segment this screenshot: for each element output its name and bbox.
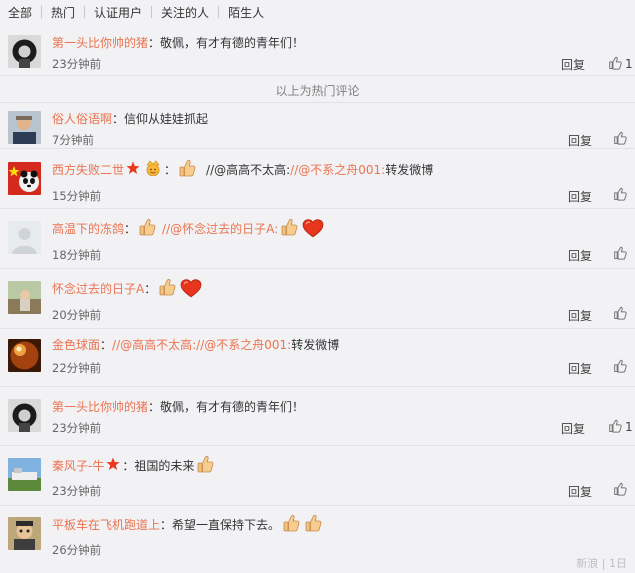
comment-row: 平板车在飞机跑道上 ：希望一直保持下去。 26分钟前 — [0, 506, 635, 566]
comment-time: 15分钟前 — [52, 189, 102, 203]
thumbs-up-emoji-icon — [139, 218, 156, 236]
comment-separator: ： — [124, 221, 137, 236]
comment-row: 第一头比你帅的猪 ：敬佩，有才有德的青年们！ 23分钟前 回复 1 — [0, 24, 635, 76]
avatar[interactable] — [8, 339, 41, 372]
comment-text: ：敬佩，有才有德的青年们！ — [148, 400, 305, 414]
reply-button[interactable]: 回复 — [561, 420, 585, 437]
comment-text: 转发微博 — [385, 162, 434, 177]
comment-row: 金色球面 ： //@高高不太高: //@不系之舟001: 转发微博 22分钟前 … — [0, 329, 635, 387]
repost-chain-1[interactable]: //@怀念过去的日子A: — [162, 220, 278, 237]
comment-separator: ： — [100, 338, 113, 352]
comment-author[interactable]: 金色球面 — [52, 336, 100, 353]
comment-author[interactable]: 平板车在飞机跑道上 — [52, 516, 160, 533]
reply-button[interactable]: 回复 — [568, 307, 592, 324]
avatar[interactable] — [8, 35, 41, 68]
avatar[interactable] — [8, 162, 41, 195]
like-button[interactable] — [613, 130, 628, 147]
watermark: 新浪 | 1日 — [576, 557, 627, 570]
like-count: 1 — [625, 56, 633, 71]
avatar[interactable] — [8, 221, 41, 254]
comment-row: 俗人俗语啊 ：信仰从娃娃抓起 7分钟前 回复 — [0, 102, 635, 149]
avatar[interactable] — [8, 281, 41, 314]
comment-row: 高温下的冻鸽 ： //@怀念过去的日子A: 18分钟前 回复 — [0, 209, 635, 269]
thumbs-up-icon — [614, 246, 627, 260]
comment-separator: ： — [144, 281, 157, 296]
like-button[interactable]: 1 — [608, 55, 633, 72]
reply-button[interactable]: 回复 — [568, 132, 592, 149]
avatar[interactable] — [8, 458, 41, 491]
thumbs-up-icon — [614, 359, 627, 373]
tab-all[interactable]: 全部 — [8, 4, 41, 21]
comment-author[interactable]: 第一头比你帅的猪 — [52, 34, 148, 51]
reply-button[interactable]: 回复 — [561, 56, 585, 73]
thumbs-up-icon — [614, 306, 627, 320]
comment-separator: ： — [164, 162, 177, 177]
comment-row: 第一头比你帅的猪 ：敬佩，有才有德的青年们！ 23分钟前 回复 1 — [0, 387, 635, 446]
repost-chain-2[interactable]: //@不系之舟001: — [196, 336, 291, 353]
comment-author[interactable]: 怀念过去的日子A — [52, 280, 144, 297]
tab-verified-users[interactable]: 认证用户 — [85, 4, 151, 21]
comment-time: 23分钟前 — [52, 421, 102, 435]
thumbs-up-emoji-icon — [179, 159, 196, 177]
comment-author[interactable]: 秦风子-牛 — [52, 457, 104, 474]
thumbs-up-emoji-icon — [305, 514, 322, 532]
like-button[interactable] — [613, 245, 628, 262]
comment-author[interactable]: 西方失败二世 — [52, 161, 124, 178]
crown-face-badge-icon[interactable] — [144, 160, 162, 179]
like-button[interactable]: 1 — [608, 418, 633, 435]
comment-time: 22分钟前 — [52, 361, 102, 375]
comment-text: ：敬佩，有才有德的青年们！ — [148, 36, 305, 50]
thumbs-up-icon — [614, 187, 627, 201]
filter-tabs: 全部 热门 认证用户 关注的人 陌生人 — [0, 0, 635, 24]
star-badge-icon[interactable] — [126, 161, 140, 178]
comment-author[interactable]: 第一头比你帅的猪 — [52, 398, 148, 415]
star-badge-icon[interactable] — [106, 457, 120, 474]
reply-button[interactable]: 回复 — [568, 188, 592, 205]
comment-text: 转发微博 — [291, 338, 340, 352]
thumbs-up-icon — [614, 131, 627, 145]
reply-button[interactable]: 回复 — [568, 360, 592, 377]
thumbs-up-icon — [614, 482, 627, 496]
comment-text: ：信仰从娃娃抓起 — [112, 112, 209, 126]
comment-row: 秦风子-牛 ：祖国的未来 23分钟前 回复 — [0, 446, 635, 506]
avatar[interactable] — [8, 517, 41, 550]
comment-time: 23分钟前 — [52, 57, 102, 71]
tab-hot[interactable]: 热门 — [42, 4, 84, 21]
comment-time: 7分钟前 — [52, 133, 94, 147]
repost-chain-2[interactable]: //@不系之舟001: — [290, 161, 385, 178]
comment-text: ：祖国的未来 — [122, 458, 195, 473]
like-count: 1 — [625, 419, 633, 434]
avatar[interactable] — [8, 111, 41, 144]
hot-comments-divider: 以上为热门评论 — [275, 84, 360, 98]
thumbs-up-emoji-icon — [283, 514, 300, 532]
comment-time: 23分钟前 — [52, 484, 102, 498]
thumbs-up-emoji-icon — [159, 278, 176, 296]
like-button[interactable] — [613, 305, 628, 322]
thumbs-up-icon — [609, 419, 622, 433]
thumbs-up-icon — [609, 56, 622, 70]
like-button[interactable] — [613, 358, 628, 375]
comment-row: 怀念过去的日子A ： 20分钟前 回复 — [0, 269, 635, 329]
reply-button[interactable]: 回复 — [568, 247, 592, 264]
repost-chain-1[interactable]: //@高高不太高: — [112, 336, 196, 353]
heart-emoji-icon — [302, 219, 324, 238]
comment-time: 18分钟前 — [52, 248, 102, 262]
comment-author[interactable]: 俗人俗语啊 — [52, 110, 112, 127]
thumbs-up-emoji-icon — [197, 455, 214, 473]
comment-time: 20分钟前 — [52, 308, 102, 322]
like-button[interactable] — [613, 186, 628, 203]
repost-chain-1: //@高高不太高: — [206, 162, 291, 177]
reply-button[interactable]: 回复 — [568, 483, 592, 500]
like-button[interactable] — [613, 481, 628, 498]
tab-strangers[interactable]: 陌生人 — [219, 4, 273, 21]
comment-row: 西方失败二世 ： //@高高不太高: //@不系之舟001: 转发微博 15分钟… — [0, 149, 635, 209]
thumbs-up-emoji-icon — [281, 218, 298, 236]
heart-emoji-icon — [180, 279, 202, 298]
comment-author[interactable]: 高温下的冻鸽 — [52, 220, 124, 237]
avatar[interactable] — [8, 399, 41, 432]
comment-time: 26分钟前 — [52, 543, 102, 557]
comment-text: ：希望一直保持下去。 — [160, 517, 281, 532]
tab-following[interactable]: 关注的人 — [152, 4, 218, 21]
